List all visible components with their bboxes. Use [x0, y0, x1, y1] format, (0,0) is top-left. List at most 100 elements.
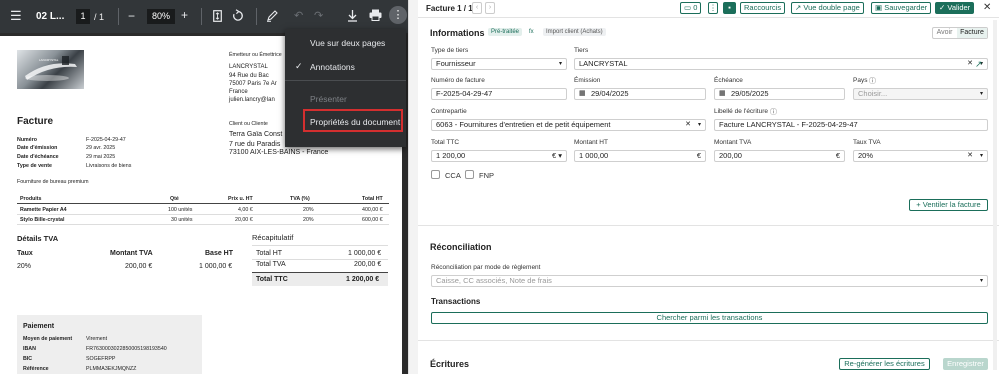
- fit-page-icon[interactable]: [213, 10, 222, 25]
- chevron-down-icon: ▾: [979, 278, 983, 284]
- toggle-avoir[interactable]: Avoir: [933, 28, 956, 38]
- info-icon[interactable]: ⓘ: [869, 76, 876, 86]
- fnp-checkbox[interactable]: [465, 170, 474, 179]
- scrollbar[interactable]: [993, 20, 997, 370]
- summary-value: 200,00 €: [354, 261, 382, 268]
- emission-date-input[interactable]: ▦ 29/04/2025: [574, 88, 706, 100]
- tiers-select[interactable]: LANCRYSTAL ✕ ▾: [574, 58, 988, 70]
- folder-icon[interactable]: ▪: [723, 2, 736, 14]
- label-type-tiers: Type de tiers: [431, 47, 469, 54]
- zoom-input[interactable]: 80%: [147, 9, 175, 24]
- summary-value: 1 200,00 €: [346, 276, 380, 283]
- calendar-icon: ▦: [579, 90, 586, 97]
- menu-item-annotations[interactable]: Annotations: [310, 62, 408, 72]
- undo-icon[interactable]: ↶: [294, 10, 303, 22]
- taux-tva-select[interactable]: 20% ✕ ▾: [853, 150, 988, 162]
- total-ttc-input[interactable]: 1 200,00 € ▾: [431, 150, 567, 162]
- contrepartie-select[interactable]: 6063 - Fournitures d'entretien et de pet…: [431, 119, 706, 131]
- libelle-input[interactable]: Facture LANCRYSTAL - F-2025-04-29-47: [714, 119, 988, 131]
- save-label: Sauvegarder: [884, 3, 928, 12]
- payment-value: FR7630003022850005198193540: [86, 346, 167, 352]
- split-invoice-button[interactable]: + Ventiler la facture: [909, 199, 988, 211]
- double-page-button[interactable]: ↗ Vue double page: [791, 2, 864, 14]
- zoom-out-minus-icon[interactable]: −: [128, 10, 135, 22]
- meta-value: 29 avr. 2025: [86, 145, 116, 151]
- annotate-pen-icon[interactable]: [266, 9, 279, 25]
- fx-badge: fx: [529, 29, 534, 35]
- prev-invoice-button[interactable]: ‹: [472, 2, 482, 14]
- shortcuts-button[interactable]: Raccourcis: [740, 2, 786, 14]
- clear-icon[interactable]: ✕: [967, 151, 973, 161]
- vat-details-title: Détails TVA: [17, 234, 59, 243]
- summary-key: Total TVA: [256, 261, 286, 268]
- comment-icon: ▭: [684, 3, 692, 12]
- due-date-input[interactable]: ▦ 29/05/2025: [714, 88, 845, 100]
- montant-tva-input[interactable]: 200,00 €: [714, 150, 845, 162]
- label-montant-tva: Montant TVA: [714, 139, 752, 146]
- chevron-down-icon: ▾: [697, 122, 701, 128]
- page-number-input[interactable]: 1: [76, 9, 90, 24]
- table-cell: 30 unités: [171, 217, 193, 223]
- validate-button[interactable]: ✓ Valider: [935, 2, 975, 14]
- taux-tva-value: 20%: [858, 151, 874, 160]
- cca-label: CCA: [445, 171, 461, 180]
- toolbar-divider: [201, 8, 202, 25]
- redo-icon[interactable]: ↷: [314, 10, 323, 22]
- label-echeance: Échéance: [714, 77, 743, 84]
- meta-key: Date d'échéance: [17, 154, 59, 160]
- menu-item-two-page-view[interactable]: Vue sur deux pages: [310, 38, 408, 48]
- issuer-name: LANCRYSTAL: [229, 64, 268, 70]
- client-name: Terra Gaïa Const: [229, 131, 283, 138]
- reconciliation-select[interactable]: Caisse, CC associés, Note de frais ▾: [431, 275, 988, 287]
- next-invoice-button[interactable]: ›: [485, 2, 495, 14]
- zoom-in-plus-icon[interactable]: +: [181, 9, 188, 21]
- clear-icon[interactable]: ✕: [685, 120, 691, 130]
- comments-button[interactable]: ▭ 0: [680, 2, 702, 14]
- search-transactions-button[interactable]: Chercher parmi les transactions: [431, 312, 988, 324]
- toggle-facture[interactable]: Facture: [957, 28, 987, 38]
- register-button[interactable]: Enregistrer: [943, 358, 988, 370]
- edit-tiers-icon[interactable]: ↗: [975, 59, 983, 70]
- montant-ht-input[interactable]: 1 000,00 €: [574, 150, 706, 162]
- meta-key: Date d'émission: [17, 145, 58, 151]
- client-label: Client ou Cliente: [229, 121, 268, 127]
- payment-key: Moyen de paiement: [23, 336, 73, 342]
- more-vert-icon[interactable]: ⋮: [389, 6, 407, 24]
- menu-item-document-properties[interactable]: Propriétés du document: [310, 117, 400, 127]
- meta-value: F-2025-04-29-47: [86, 137, 126, 143]
- print-icon[interactable]: [369, 9, 382, 24]
- informations-title: Informations: [430, 28, 485, 38]
- table-cell: 600,00 €: [362, 217, 383, 223]
- label-numero: Numéro de facture: [431, 77, 485, 84]
- table-cell: 20%: [303, 207, 314, 213]
- currency-select[interactable]: € ▾: [552, 151, 562, 161]
- issuer-country: France: [229, 89, 248, 95]
- rotate-icon[interactable]: [232, 9, 244, 25]
- summary-title: Récapitulatif: [252, 233, 294, 242]
- issuer-email: julien.lancry@lan: [229, 97, 275, 103]
- pdf-title: 02 L...: [36, 11, 65, 22]
- country-select[interactable]: Choisir... ▾: [853, 88, 988, 100]
- payment-value: PLMMA3EKJMQNZZ: [86, 366, 137, 372]
- download-icon[interactable]: [347, 9, 358, 25]
- menu-icon[interactable]: ☰: [10, 9, 22, 22]
- pane-splitter[interactable]: [408, 0, 418, 374]
- type-tiers-select[interactable]: Fournisseur ▾: [431, 58, 567, 70]
- invoice-number-input[interactable]: F-2025-04-29-47: [431, 88, 567, 100]
- save-button[interactable]: ▣ Sauvegarder: [871, 2, 932, 14]
- divider: [418, 340, 999, 341]
- cca-checkbox[interactable]: [431, 170, 440, 179]
- import-badge: Import client (Achats): [543, 28, 606, 36]
- reconciliation-title: Réconciliation: [430, 242, 492, 252]
- due-date-value: 29/05/2025: [731, 89, 769, 98]
- table-cell: Ramette Papier A4: [20, 207, 67, 213]
- reconciliation-placeholder: Caisse, CC associés, Note de frais: [436, 276, 552, 285]
- payment-key: BIC: [23, 356, 33, 362]
- close-icon[interactable]: ✕: [983, 2, 991, 13]
- more-actions-button[interactable]: ⋮: [708, 2, 718, 14]
- info-icon[interactable]: ⓘ: [770, 107, 777, 117]
- divider: [418, 225, 999, 226]
- clear-icon[interactable]: ✕: [967, 59, 973, 69]
- company-logo-image: LANCRYSTAL: [17, 50, 84, 89]
- regenerate-entries-button[interactable]: Re-générer les écritures: [839, 358, 930, 370]
